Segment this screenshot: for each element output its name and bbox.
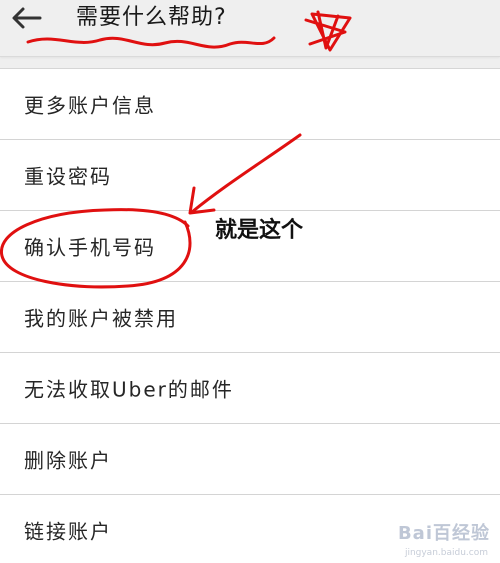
list-item-label: 无法收取Uber的邮件 — [24, 377, 234, 402]
list-item-label: 更多账户信息 — [24, 93, 156, 118]
list-item-account-disabled[interactable]: 我的账户被禁用 — [0, 282, 500, 353]
screen: 需要什么帮助? 更多账户信息 重设密码 确认手机号码 我的账户被禁用 无法收取U… — [0, 0, 500, 563]
list-item-label: 链接账户 — [24, 519, 112, 544]
arrow-left-icon — [12, 7, 42, 29]
help-topic-list: 更多账户信息 重设密码 确认手机号码 我的账户被禁用 无法收取Uber的邮件 删… — [0, 68, 500, 563]
list-item-label: 重设密码 — [24, 164, 112, 189]
annotation-label: 就是这个 — [215, 218, 304, 243]
back-button[interactable] — [10, 6, 42, 30]
list-item-label: 删除账户 — [24, 448, 112, 473]
list-item-more-account-info[interactable]: 更多账户信息 — [0, 69, 500, 140]
watermark-url: jingyan.baidu.com — [404, 548, 488, 558]
list-item-label: 我的账户被禁用 — [24, 306, 178, 331]
list-item-delete-account[interactable]: 删除账户 — [0, 424, 500, 495]
list-item-uber-email[interactable]: 无法收取Uber的邮件 — [0, 353, 500, 424]
list-item-reset-password[interactable]: 重设密码 — [0, 140, 500, 211]
app-bar: 需要什么帮助? — [0, 0, 500, 57]
watermark-logo: Bai百经验 — [397, 523, 490, 544]
page-title: 需要什么帮助? — [76, 5, 227, 30]
list-item-label: 确认手机号码 — [24, 235, 156, 260]
